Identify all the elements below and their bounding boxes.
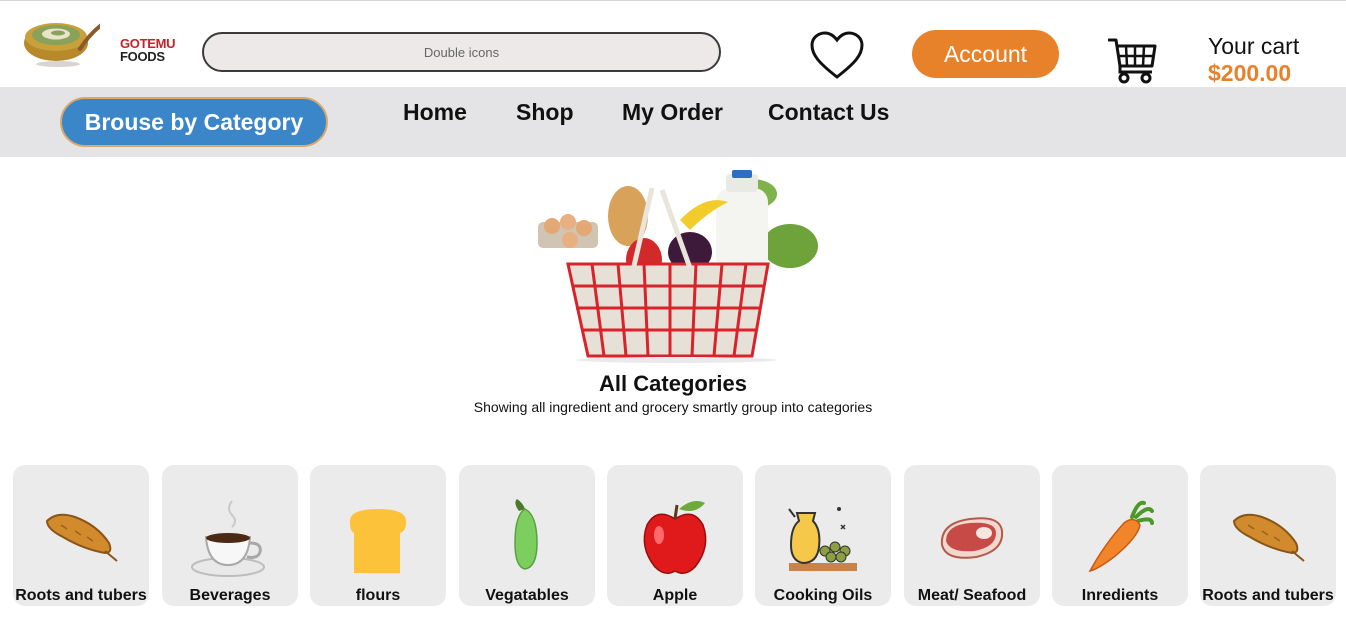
grocery-basket-icon — [538, 170, 818, 363]
category-card-cooking-oils[interactable]: Cooking Oils — [755, 465, 891, 606]
browse-category-button[interactable]: Brouse by Category — [60, 97, 328, 147]
category-label: Inredients — [1081, 587, 1159, 604]
category-card-roots-and-tubers[interactable]: Roots and tubers — [13, 465, 149, 606]
brand-logo[interactable]: GOTEMU FOODS — [22, 9, 176, 71]
nav-link-shop[interactable]: Shop — [516, 99, 574, 126]
category-label: Apple — [652, 587, 698, 604]
nav-link-home[interactable]: Home — [403, 99, 467, 126]
category-card-ingredients[interactable]: Inredients — [1052, 465, 1188, 606]
nav-link-my-order[interactable]: My Order — [622, 99, 723, 126]
page-subtitle: Showing all ingredient and grocery smart… — [473, 399, 873, 415]
green-vegetable-icon — [514, 499, 538, 570]
page-title: All Categories — [599, 371, 747, 396]
category-label: Cooking Oils — [773, 587, 873, 604]
category-card-flours[interactable]: flours — [310, 465, 446, 606]
brand-name-line2: FOODS — [120, 49, 165, 64]
cart-total: $200.00 — [1208, 60, 1292, 86]
category-card-beverages[interactable]: Beverages — [162, 465, 298, 606]
category-label: Beverages — [189, 587, 271, 604]
steak-icon — [940, 517, 1004, 559]
oil-jar-icon — [788, 507, 857, 571]
cart-button[interactable] — [1106, 36, 1158, 84]
category-card-apple[interactable]: Apple — [607, 465, 743, 606]
cart-label: Your cart — [1208, 33, 1300, 59]
shopping-cart-icon — [1108, 38, 1157, 84]
search-input[interactable] — [202, 32, 721, 72]
category-grid: Roots and tubers Beverages flours Vegata… — [0, 465, 1346, 606]
carrot-icon — [1088, 500, 1154, 573]
heart-icon — [810, 31, 864, 79]
category-card-roots-and-tubers-2[interactable]: Roots and tubers — [1200, 465, 1336, 606]
coffee-cup-icon — [191, 500, 265, 577]
grocery-basket-image — [530, 168, 822, 364]
main-nav: Brouse by Category Home Shop My Order Co… — [0, 87, 1346, 157]
category-card-vegetables[interactable]: Vegatables — [459, 465, 595, 606]
account-button[interactable]: Account — [912, 30, 1059, 78]
category-label: flours — [355, 587, 401, 604]
site-header: GOTEMU FOODS Account Your cart $200.00 — [0, 5, 1346, 87]
sweet-potato-icon — [45, 513, 118, 562]
nav-link-contact-us[interactable]: Contact Us — [768, 99, 889, 126]
sweet-potato-icon — [1232, 513, 1305, 562]
bowl-logo-icon — [24, 15, 116, 67]
bread-icon — [349, 509, 407, 573]
category-label: Vegatables — [485, 587, 569, 604]
category-card-meat-seafood[interactable]: Meat/ Seafood — [904, 465, 1040, 606]
brand-name: GOTEMU FOODS — [120, 37, 176, 64]
category-label: Roots and tubers — [1202, 587, 1334, 604]
category-label: Meat/ Seafood — [917, 587, 1027, 604]
apple-icon — [643, 501, 707, 574]
category-label: Roots and tubers — [15, 587, 147, 604]
wishlist-button[interactable] — [809, 30, 865, 82]
